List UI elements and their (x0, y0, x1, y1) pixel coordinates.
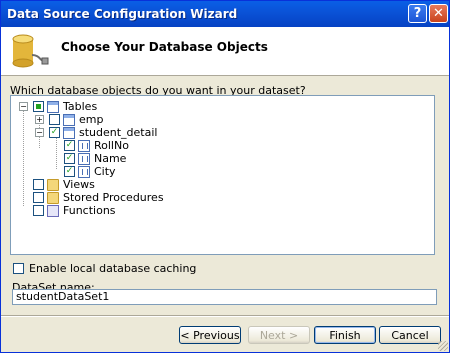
column-icon (78, 165, 90, 178)
tree-line (23, 106, 24, 206)
views-folder-icon (47, 178, 59, 191)
resize-grip-icon[interactable] (438, 341, 448, 351)
student-detail-checkbox[interactable]: ✓ (49, 127, 60, 138)
previous-button[interactable]: < Previous (179, 326, 241, 344)
tree-node-emp[interactable]: + emp (35, 113, 103, 126)
column-checkbox[interactable]: ✓ (64, 166, 75, 177)
title-bar[interactable]: Data Source Configuration Wizard ? ✕ (1, 1, 449, 27)
table-icon (63, 113, 75, 126)
tree-node-label: emp (79, 113, 104, 126)
caching-label: Enable local database caching (29, 262, 197, 275)
tree-node-label: Stored Procedures (63, 191, 164, 204)
tree-node-label: City (94, 165, 116, 178)
stored-procedures-checkbox[interactable] (33, 192, 44, 203)
close-button[interactable]: ✕ (429, 4, 448, 23)
tree-node-student-detail[interactable]: − ✓ student_detail (35, 126, 157, 139)
help-button[interactable]: ? (408, 4, 427, 23)
tree-node-views[interactable]: Views (33, 178, 95, 191)
wizard-header: Choose Your Database Objects (1, 27, 449, 76)
tree-node-tables[interactable]: − Tables (19, 100, 97, 113)
emp-checkbox[interactable] (49, 114, 60, 125)
stored-procedures-folder-icon (47, 191, 59, 204)
column-checkbox[interactable]: ✓ (64, 153, 75, 164)
tree-node-label: Name (94, 152, 127, 165)
tree-node-stored-procedures[interactable]: Stored Procedures (33, 191, 164, 204)
tree-node-column[interactable]: ✓ RollNo (64, 139, 129, 152)
window-title: Data Source Configuration Wizard (7, 7, 238, 21)
column-icon (78, 139, 90, 152)
views-checkbox[interactable] (33, 179, 44, 190)
caching-option[interactable]: Enable local database caching (13, 262, 196, 275)
wizard-window: Data Source Configuration Wizard ? ✕ Cho… (0, 0, 450, 353)
tree-node-label: student_detail (79, 126, 158, 139)
cancel-button[interactable]: Cancel (379, 326, 441, 344)
dataset-name-field[interactable]: studentDataSet1 (12, 289, 437, 305)
expand-icon[interactable]: + (35, 115, 44, 124)
functions-folder-icon (47, 204, 59, 217)
tree-node-column[interactable]: ✓ City (64, 165, 116, 178)
collapse-icon[interactable]: − (19, 102, 28, 111)
database-plug-icon (12, 34, 49, 68)
divider (1, 315, 449, 317)
functions-checkbox[interactable] (33, 205, 44, 216)
tree-node-label: Views (63, 178, 95, 191)
collapse-icon[interactable]: − (35, 128, 44, 137)
page-title: Choose Your Database Objects (61, 40, 268, 54)
tables-checkbox[interactable] (33, 101, 44, 112)
column-icon (78, 152, 90, 165)
database-objects-tree[interactable]: − Tables + emp − ✓ student_detail ✓ Roll… (10, 95, 435, 255)
tree-node-column[interactable]: ✓ Name (64, 152, 126, 165)
column-checkbox[interactable]: ✓ (64, 140, 75, 151)
tree-node-label: Functions (63, 204, 116, 217)
table-icon (63, 126, 75, 139)
next-button[interactable]: Next > (248, 326, 310, 344)
tables-folder-icon (47, 100, 59, 113)
tree-node-label: Tables (63, 100, 98, 113)
tree-node-label: RollNo (94, 139, 129, 152)
finish-button[interactable]: Finish (314, 326, 376, 344)
tree-node-functions[interactable]: Functions (33, 204, 116, 217)
caching-checkbox[interactable] (13, 263, 24, 274)
